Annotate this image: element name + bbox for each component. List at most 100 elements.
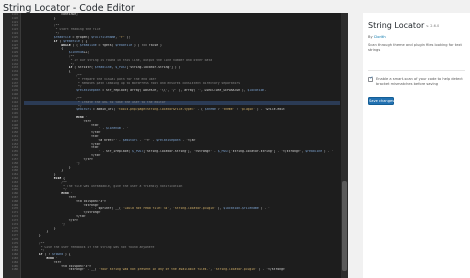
- code-token: <strong>: [24, 203, 99, 207]
- code-token: }: [24, 173, 56, 177]
- code-token: }: [24, 169, 64, 173]
- code-token: <tr>: [24, 119, 92, 123]
- code-token: $relativepath: [24, 89, 101, 93]
- code-token: $theme: [204, 108, 216, 112]
- code-area[interactable]: continue; } /** * Start reading the file…: [24, 13, 340, 278]
- code-token: ': [83, 115, 88, 119]
- code-token: $editurl: [24, 108, 92, 112]
- code-token: ['string-locator-string'], '<strong>' .: [143, 150, 218, 154]
- code-token: {: [24, 47, 64, 51]
- code-token: $_POST: [132, 150, 144, 154]
- author-link[interactable]: Clorith: [374, 35, 386, 39]
- code-token: */: [24, 104, 82, 108]
- code-token: ( stristr(: [72, 66, 95, 70]
- code-token: ) {: [79, 39, 88, 43]
- code-token: ['string-locator-string'] . '</strong>',: [228, 150, 306, 154]
- code-token: <strong>' . __(: [24, 268, 99, 272]
- code-editor-page: String Locator - Code Editor 1119 1120 112…: [0, 0, 470, 278]
- code-token: /**: [24, 180, 67, 184]
- code-token: * If our string is found in this line, o…: [24, 58, 213, 62]
- code-token: echo: [24, 115, 84, 119]
- code-token: ) {: [63, 253, 71, 257]
- code-token: * Removes path leading up to WordPress r…: [24, 81, 241, 85]
- checkmark-icon: ✓: [369, 75, 374, 81]
- code-token: 'tools.php?page=string-locator&file-type…: [117, 108, 196, 112]
- code-token: /**: [24, 54, 75, 58]
- code-token: */: [24, 62, 75, 66]
- code-token: . '">' .: [137, 138, 157, 142]
- code-token: ) . ': [258, 207, 270, 211]
- code-token: continue;: [24, 13, 79, 16]
- code-token: }: [24, 230, 49, 234]
- code-token: <tr>: [24, 260, 62, 264]
- code-token: }: [24, 16, 56, 20]
- code-token: <td colspan="3">: [24, 199, 106, 203]
- code-token: ' . str_ireplace(: [24, 150, 133, 154]
- code-token: $readfile: [24, 35, 71, 39]
- code-token: $filename: [241, 207, 259, 211]
- plugin-author: By Clorith: [368, 35, 386, 39]
- code-token: . (: [195, 108, 205, 112]
- code-line[interactable]: <strong>' . __( 'Your string was not pre…: [24, 268, 340, 272]
- code-token: $_POST: [115, 66, 127, 70]
- code-token: </td>: [24, 215, 86, 219]
- code-token: = @fopen(: [70, 35, 92, 39]
- smart-scan-label: Enable a smart-scan of your code to help…: [376, 77, 463, 86]
- code-token: . ': [120, 127, 129, 131]
- code-token: $fullfilename: [91, 35, 116, 39]
- code-token: $linenum: [105, 127, 121, 131]
- code-editor[interactable]: 1119 1120 1121 1122 1123 1124 1125 1126 1127 1128…: [3, 13, 348, 278]
- code-token: ' .: [24, 127, 106, 131]
- code-token: . '</a>: [180, 138, 196, 142]
- code-token: </tr>: [24, 218, 79, 222]
- code-token: 'Your string was not present in any of t…: [98, 268, 211, 272]
- code-token: ) . ': [322, 150, 334, 154]
- code-token: if: [24, 39, 58, 43]
- code-token: 'theme': [221, 108, 235, 112]
- code-token: ': [68, 192, 73, 196]
- code-token: if: [24, 253, 43, 257]
- editor-vertical-scrollbar[interactable]: [341, 13, 348, 278]
- code-token: <td>: [24, 146, 99, 150]
- code-token: 'string-locator-plugin': [214, 268, 257, 272]
- smart-scan-checkbox[interactable]: ✓: [368, 75, 374, 82]
- code-token: ++;: [83, 51, 90, 55]
- code-token: echo: [24, 192, 69, 196]
- code-token: }: [24, 165, 71, 169]
- code-token: ': [53, 257, 58, 260]
- code-token: 'plugin': [240, 108, 256, 112]
- code-token: * Give the user feedback if the string w…: [24, 245, 155, 249]
- save-changes-button[interactable]: Save changes: [368, 97, 394, 105]
- code-token: </tr>: [24, 157, 93, 161]
- code-token: * Create the URL to take the user to the…: [24, 100, 166, 104]
- code-token: while: [24, 43, 71, 47]
- code-token: <tr>: [24, 196, 77, 199]
- editor-scrollbar-thumb[interactable]: [342, 181, 347, 271]
- sidebar-divider: [368, 70, 465, 71]
- code-token: .: [264, 89, 267, 93]
- line-number: 1186: [11, 268, 18, 272]
- code-token: = admin_url(: [91, 108, 118, 112]
- code-token: /**: [24, 24, 60, 28]
- code-token: {: [61, 176, 65, 180]
- code-token: $found: [51, 253, 64, 257]
- code-token: ' . sprintf( __(: [24, 207, 123, 211]
- code-token: ) . '&file-edit: [255, 108, 285, 112]
- plugin-title: String Locator v. 2.6.0: [368, 21, 439, 30]
- code-token: $location: [247, 89, 265, 93]
- code-token: = fgets(: [96, 43, 116, 47]
- code-token: * The file was unreadable, give the user…: [24, 184, 183, 188]
- plugin-name: String Locator: [368, 21, 425, 30]
- code-token: <td>: [24, 135, 99, 138]
- code-token: $readline: [305, 150, 323, 154]
- code-token: 'string-locator-plugin': [173, 207, 216, 211]
- code-token: /**: [24, 74, 82, 77]
- plugin-description: Scan through theme and plugin files look…: [368, 43, 462, 52]
- code-token: $readfile: [63, 39, 80, 43]
- code-token: );: [124, 35, 131, 39]
- code-token: * Start reading the file: [24, 28, 101, 32]
- code-token: ';: [24, 161, 80, 165]
- code-token: ['string-locator-string'] ) ): [126, 66, 181, 70]
- code-token: $linenum: [24, 51, 84, 55]
- code-token: ( !: [42, 253, 52, 257]
